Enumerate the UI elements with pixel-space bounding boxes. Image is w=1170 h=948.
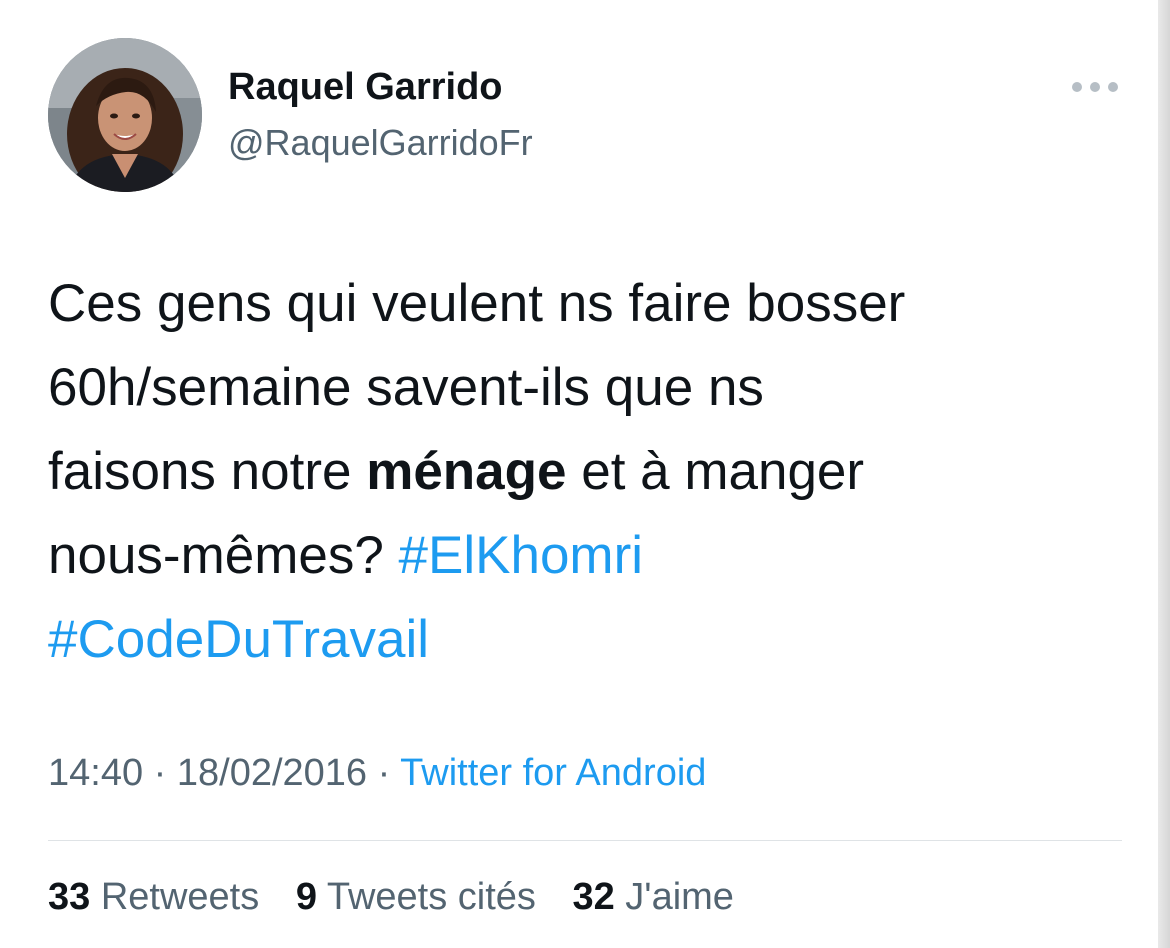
more-horizontal-icon[interactable] xyxy=(1072,80,1118,94)
tweet-text-line: faisons notre ménage et à manger xyxy=(48,430,1108,514)
tweet-text-line: Ces gens qui veulent ns faire bosser xyxy=(48,274,906,333)
likes-label: J'aime xyxy=(614,876,734,918)
hashtag-link[interactable]: #ElKhomri xyxy=(399,526,643,585)
more-dot xyxy=(1108,82,1118,92)
tweet-text-line: #CodeDuTravail xyxy=(48,598,1108,682)
author-display-name[interactable]: Raquel Garrido xyxy=(228,66,503,109)
retweets-label: Retweets xyxy=(90,876,260,918)
hashtag-link[interactable]: #CodeDuTravail xyxy=(48,610,429,669)
likes-stat[interactable]: 32 J'aime xyxy=(572,876,733,918)
retweets-count: 33 xyxy=(48,876,91,918)
quote-tweets-stat[interactable]: 9 Tweets cités xyxy=(296,876,536,918)
more-dot xyxy=(1090,82,1100,92)
tweet-text: Ces gens qui veulent ns faire bosser 60h… xyxy=(48,262,1108,682)
quote-tweets-label: Tweets cités xyxy=(316,876,536,918)
quote-tweets-count: 9 xyxy=(295,876,317,918)
meta-separator: · xyxy=(367,752,401,794)
tweet-text-segment: nous-mêmes? xyxy=(48,526,399,585)
tweet-time[interactable]: 14:40 xyxy=(48,752,143,794)
tweet-text-line: nous-mêmes? #ElKhomri xyxy=(48,514,1108,598)
tweet-date[interactable]: 18/02/2016 xyxy=(177,752,367,794)
avatar[interactable] xyxy=(48,38,202,192)
tweet-text-segment: et à manger xyxy=(566,442,865,501)
avatar-photo xyxy=(48,38,202,192)
retweets-stat[interactable]: 33 Retweets xyxy=(48,876,259,918)
engagement-stats: 33 Retweets 9 Tweets cités 32 J'aime xyxy=(48,876,760,919)
screen-edge xyxy=(1158,0,1170,948)
tweet-text-bold: ménage xyxy=(366,442,567,501)
tweet-source-link[interactable]: Twitter for Android xyxy=(400,752,706,794)
tweet-text-segment: faisons notre xyxy=(48,442,367,501)
meta-separator: · xyxy=(143,752,177,794)
tweet-metadata: 14:40 · 18/02/2016 · Twitter for Android xyxy=(48,752,706,795)
more-dot xyxy=(1072,82,1082,92)
tweet-text-line: 60h/semaine savent-ils que ns xyxy=(48,358,764,417)
likes-count: 32 xyxy=(572,876,615,918)
divider xyxy=(48,840,1122,841)
author-handle[interactable]: @RaquelGarridoFr xyxy=(228,122,533,164)
